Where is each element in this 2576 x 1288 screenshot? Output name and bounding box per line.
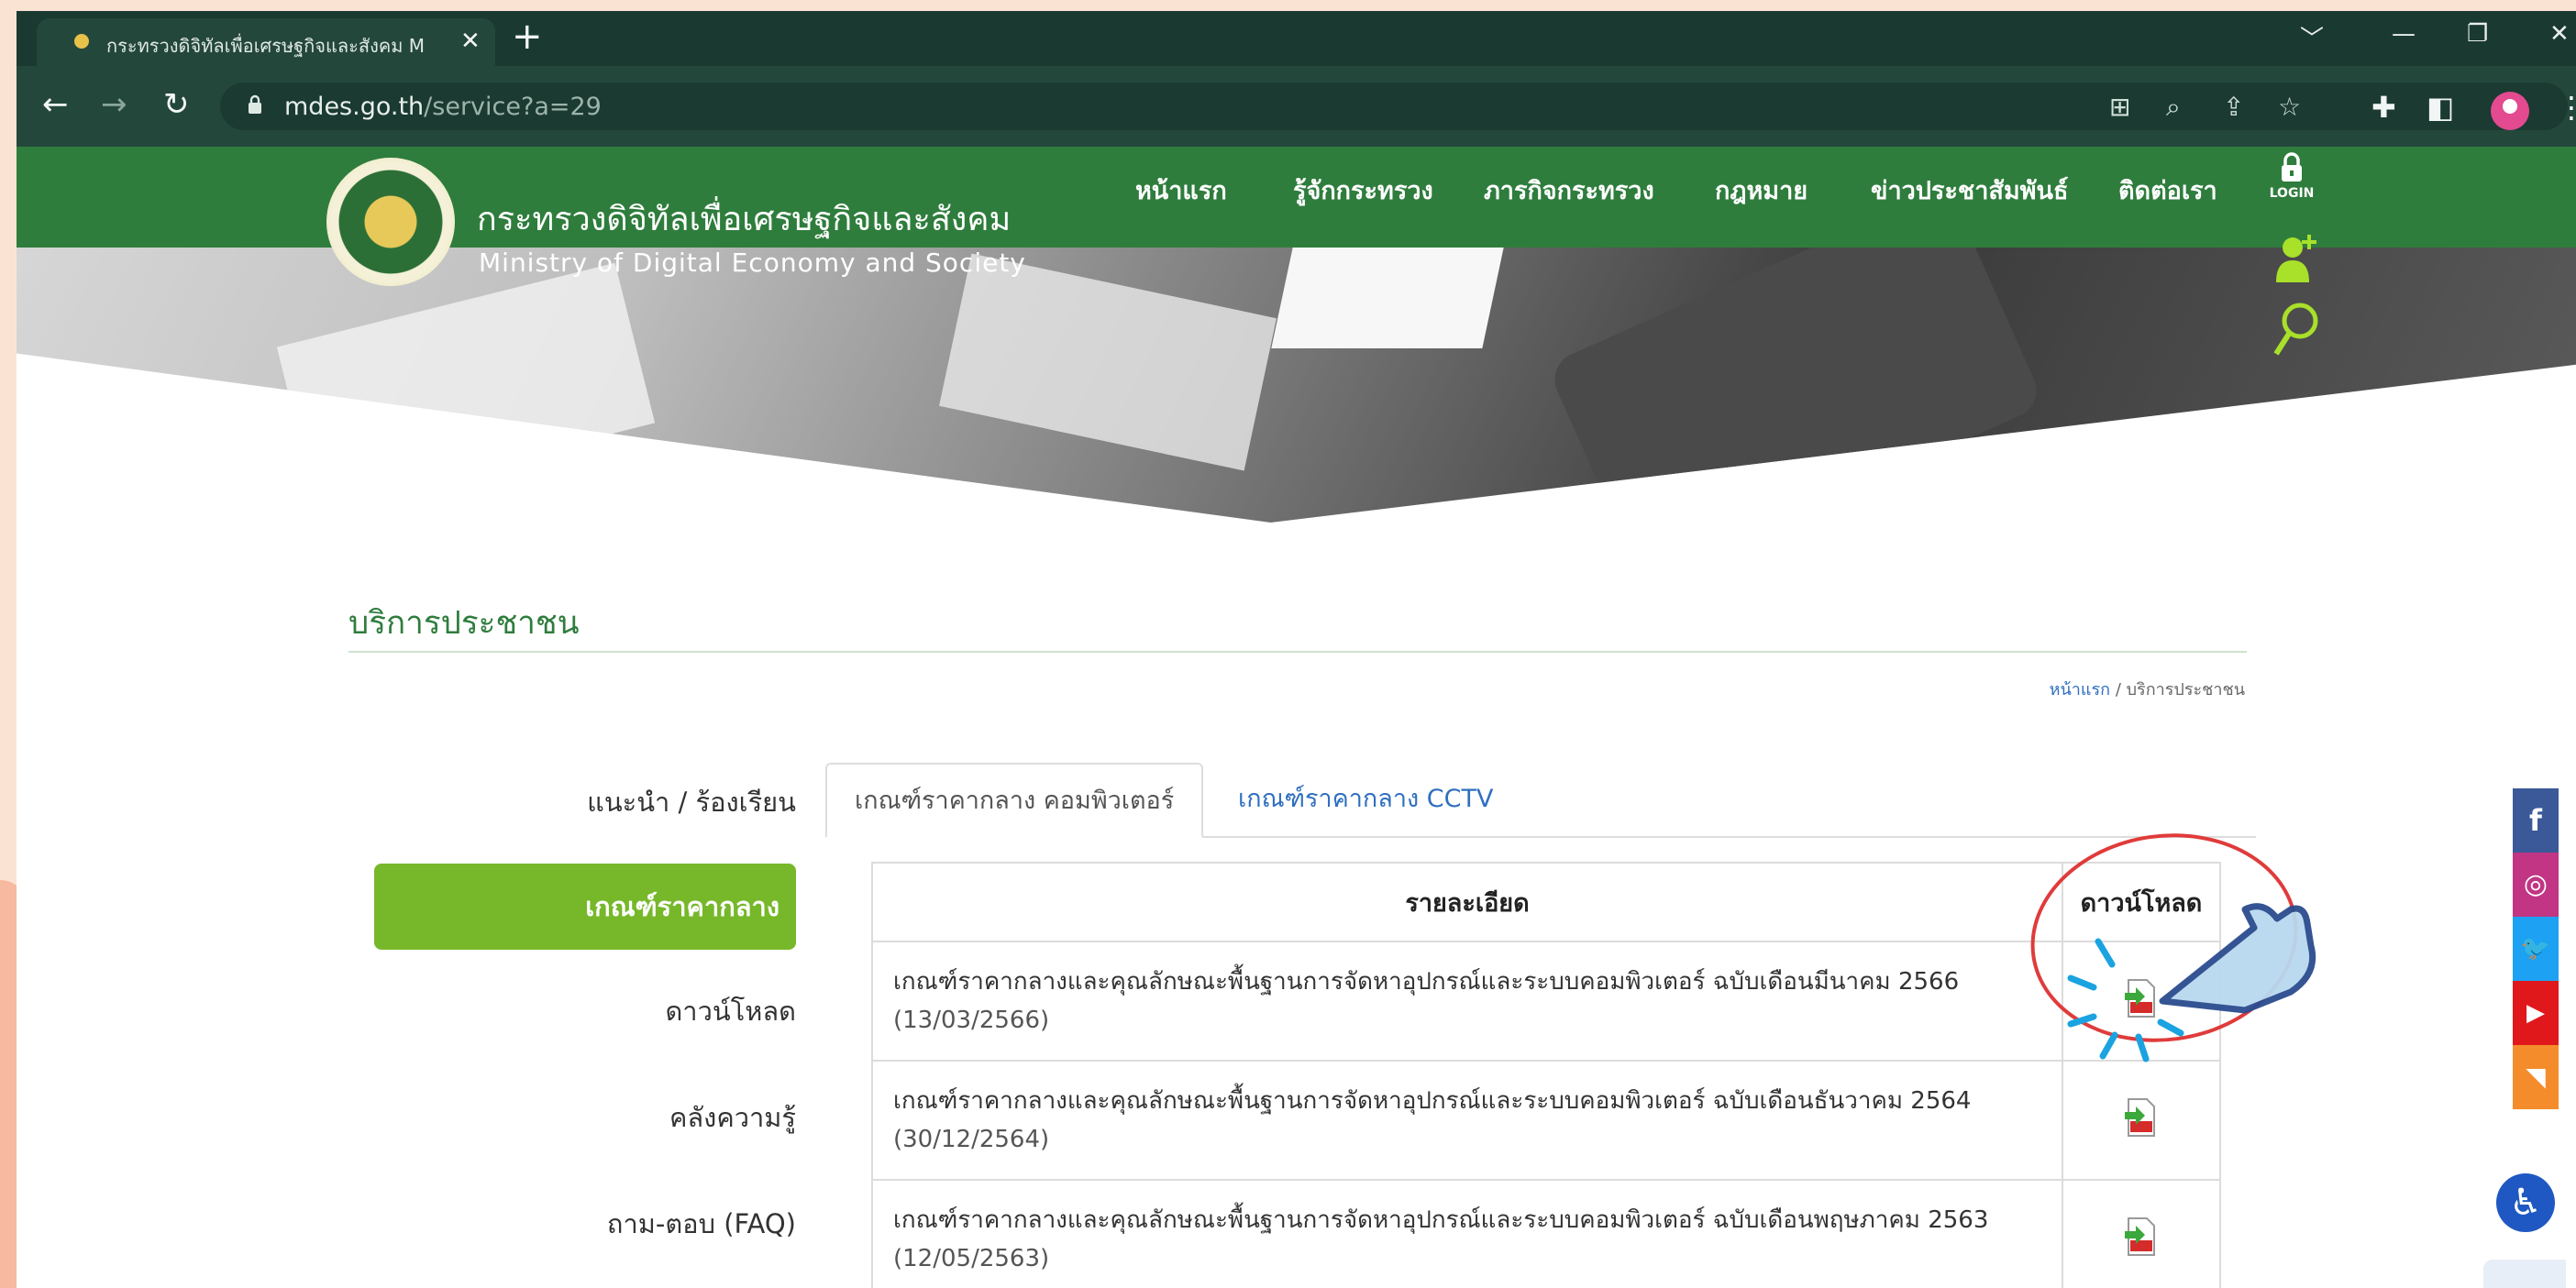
- row-download-cell: [2062, 1179, 2221, 1288]
- share-icon[interactable]: ⇪: [2223, 92, 2244, 122]
- tab-computer-price[interactable]: เกณฑ์ราคากลาง คอมพิวเตอร์: [825, 763, 1204, 838]
- facebook-glyph: f: [2529, 803, 2542, 838]
- login-label: LOGIN: [2269, 186, 2315, 201]
- address-bar[interactable]: mdes.go.th/service?a=29 ⊞ ⌕ ⇪ ☆: [220, 83, 2568, 130]
- pointing-hand-icon: [2159, 903, 2316, 1014]
- browser-tab[interactable]: กระทรวงดิจิทัลเพื่อเศรษฐกิจและสังคม M ✕: [37, 18, 495, 66]
- tab-cctv-price[interactable]: เกณฑ์ราคากลาง CCTV: [1211, 763, 1520, 836]
- pdf-download-icon[interactable]: [2123, 1216, 2160, 1257]
- rss-icon[interactable]: ◥: [2513, 1045, 2559, 1109]
- sidebar-item-median-price[interactable]: เกณฑ์ราคากลาง: [374, 864, 796, 950]
- url-text: mdes.go.th/service?a=29: [284, 93, 602, 121]
- nav-about[interactable]: รู้จักกระทรวง: [1293, 171, 1433, 210]
- new-tab-button[interactable]: +: [512, 17, 543, 57]
- header-photo-block: [1271, 248, 1504, 348]
- tab-search-icon[interactable]: ﹀: [2300, 20, 2324, 54]
- search-icon[interactable]: [2272, 301, 2322, 358]
- breadcrumb-separator: /: [2115, 680, 2121, 699]
- pdf-download-icon[interactable]: [2123, 1097, 2160, 1138]
- table-header-row: รายละเอียด ดาวน์โหลด: [871, 862, 2221, 942]
- browser-toolbar: ← → ↻ mdes.go.th/service?a=29 ⊞ ⌕ ⇪ ☆ ✚ …: [17, 66, 2576, 147]
- row-date: (13/03/2566): [893, 1007, 1050, 1034]
- sidebar-item-faq[interactable]: ถาม-ตอบ (FAQ): [607, 1203, 796, 1245]
- site-favicon-icon: [72, 31, 92, 51]
- close-window-button[interactable]: ✕: [2549, 20, 2570, 48]
- table-row: เกณฑ์ราคากลางและคุณลักษณะพื้นฐานการจัดหา…: [871, 941, 2221, 1062]
- login-button[interactable]: LOGIN: [2267, 152, 2316, 201]
- back-arrow-icon[interactable]: ←: [42, 88, 69, 121]
- breadcrumb-current: บริการประชาชน: [2126, 680, 2245, 699]
- padlock-icon: [2282, 152, 2302, 182]
- table-row: เกณฑ์ราคากลางและคุณลักษณะพื้นฐานการจัดหา…: [871, 1060, 2221, 1181]
- youtube-icon[interactable]: ▶: [2513, 981, 2559, 1045]
- reload-icon[interactable]: ↻: [163, 88, 190, 121]
- lock-icon: [249, 94, 261, 114]
- browser-window: กระทรวงดิจิทัลเพื่อเศรษฐกิจและสังคม M ✕ …: [17, 11, 2576, 1288]
- table-row: เกณฑ์ราคากลางและคุณลักษณะพื้นฐานการจัดหา…: [871, 1179, 2221, 1288]
- title-divider: [348, 651, 2247, 653]
- breadcrumb-home[interactable]: หน้าแรก: [2050, 680, 2110, 699]
- site-header: กระทรวงดิจิทัลเพื่อเศรษฐกิจและสังคม Mini…: [17, 147, 2576, 523]
- url-host: mdes.go.th: [284, 93, 425, 121]
- forward-arrow-icon[interactable]: →: [101, 88, 127, 121]
- nav-news[interactable]: ข่าวประชาสัมพันธ์: [1871, 171, 2068, 210]
- accessibility-icon[interactable]: ♿: [2496, 1173, 2555, 1232]
- ministry-emblem-logo[interactable]: [326, 158, 455, 286]
- header-photo-paper: [276, 262, 656, 508]
- nav-contact[interactable]: ติดต่อเรา: [2118, 171, 2217, 210]
- row-title: เกณฑ์ราคากลางและคุณลักษณะพื้นฐานการจัดหา…: [893, 1206, 1989, 1234]
- tab-title: กระทรวงดิจิทัลเพื่อเศรษฐกิจและสังคม M: [106, 35, 426, 57]
- sidebar-item-download[interactable]: ดาวน์โหลด: [665, 990, 796, 1032]
- accessibility-glyph: ♿: [2509, 1182, 2542, 1224]
- site-title-thai[interactable]: กระทรวงดิจิทัลเพื่อเศรษฐกิจและสังคม: [477, 193, 1011, 245]
- minimize-button[interactable]: —: [2392, 20, 2416, 48]
- header-photo-paper: [939, 253, 1277, 471]
- nav-home[interactable]: หน้าแรก: [1135, 171, 1227, 210]
- register-user-icon[interactable]: [2274, 231, 2320, 286]
- row-title: เกณฑ์ราคากลางและคุณลักษณะพื้นฐานการจัดหา…: [893, 968, 1960, 996]
- row-date: (30/12/2564): [893, 1126, 1050, 1153]
- row-detail: เกณฑ์ราคากลางและคุณลักษณะพื้นฐานการจัดหา…: [871, 1060, 2063, 1181]
- twitter-glyph: 🐦: [2520, 935, 2551, 963]
- tab-close-icon[interactable]: ✕: [460, 28, 481, 55]
- column-header-detail: รายละเอียด: [871, 862, 2063, 942]
- url-path: /service?a=29: [424, 93, 602, 121]
- zoom-icon[interactable]: ⌕: [2166, 92, 2181, 123]
- sidebar-nav: แนะนำ / ร้องเรียน เกณฑ์ราคากลาง ดาวน์โหล…: [374, 772, 796, 1285]
- twitter-icon[interactable]: 🐦: [2513, 917, 2559, 981]
- row-detail: เกณฑ์ราคากลางและคุณลักษณะพื้นฐานการจัดหา…: [871, 1179, 2063, 1288]
- restore-button[interactable]: ❐: [2467, 20, 2488, 48]
- side-panel-icon[interactable]: ◧: [2427, 90, 2454, 125]
- bookmark-star-icon[interactable]: ☆: [2278, 92, 2301, 122]
- nav-mission[interactable]: ภารกิจกระทรวง: [1484, 171, 1654, 210]
- profile-avatar[interactable]: [2491, 92, 2529, 130]
- menu-kebab-icon[interactable]: ⋮: [2557, 90, 2576, 125]
- instagram-icon[interactable]: ◎: [2513, 853, 2559, 917]
- recaptcha-badge: [2483, 1260, 2566, 1288]
- instagram-glyph: ◎: [2523, 868, 2548, 900]
- row-detail: เกณฑ์ราคากลางและคุณลักษณะพื้นฐานการจัดหา…: [871, 941, 2063, 1062]
- sidebar-item-knowledge[interactable]: คลังความรู้: [669, 1096, 796, 1139]
- breadcrumb: หน้าแรก / บริการประชาชน: [1997, 676, 2245, 702]
- translate-icon[interactable]: ⊞: [2109, 92, 2130, 122]
- site-title-english: Ministry of Digital Economy and Society: [479, 248, 1026, 278]
- row-date: (12/05/2563): [893, 1245, 1050, 1272]
- price-table: รายละเอียด ดาวน์โหลด เกณฑ์ราคากลางและคุณ…: [871, 862, 2221, 1288]
- tab-strip: กระทรวงดิจิทัลเพื่อเศรษฐกิจและสังคม M ✕ …: [17, 11, 2576, 66]
- extensions-icon[interactable]: ✚: [2371, 90, 2396, 125]
- sidebar-item-complaint[interactable]: แนะนำ / ร้องเรียน: [587, 781, 796, 823]
- row-title: เกณฑ์ราคากลางและคุณลักษณะพื้นฐานการจัดหา…: [893, 1087, 1972, 1115]
- nav-law[interactable]: กฎหมาย: [1715, 171, 1808, 210]
- facebook-icon[interactable]: f: [2513, 788, 2559, 853]
- youtube-glyph: ▶: [2526, 999, 2545, 1027]
- content-tabs: เกณฑ์ราคากลาง คอมพิวเตอร์ เกณฑ์ราคากลาง …: [825, 763, 2256, 838]
- rss-glyph: ◥: [2526, 1062, 2546, 1092]
- page-title: บริการประชาชน: [348, 605, 580, 642]
